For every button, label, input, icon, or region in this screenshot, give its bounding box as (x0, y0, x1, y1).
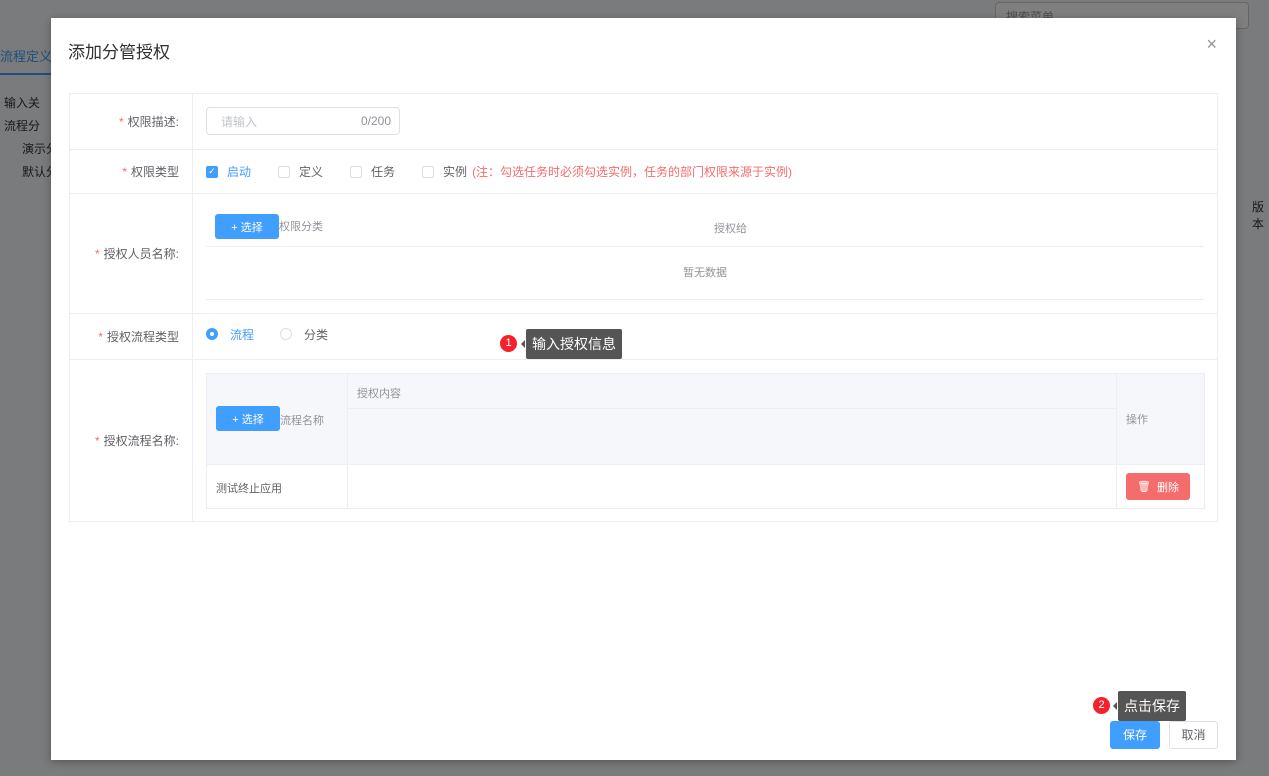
column-header: 流程名称 (280, 415, 324, 427)
step-badge: 2 (1093, 697, 1110, 714)
checkbox-instance[interactable]: 实例 (422, 163, 467, 180)
field-label: * 授权人员名称: (70, 194, 193, 313)
step-badge: 1 (500, 335, 517, 352)
table-row: 测试终止应用 🗑 删除 (207, 465, 1204, 508)
checkbox-task[interactable]: 任务 (350, 163, 395, 180)
column-header: 授权内容 (348, 374, 1116, 409)
flow-content (348, 465, 1117, 508)
column-header: 授权给 (714, 223, 747, 235)
select-flows-button[interactable]: + 选择 (216, 406, 280, 431)
checkbox-start[interactable]: ✓ 启动 (206, 163, 251, 180)
permission-description-input[interactable]: 请输入 0/200 (206, 107, 400, 135)
add-authorization-dialog: 添加分管授权 × * 权限描述: 请输入 0/200 * 权限类型 ✓ 启动 定义 任务… (51, 18, 1236, 760)
cancel-button[interactable]: 取消 (1169, 721, 1218, 749)
field-label: * 授权流程类型 (70, 314, 193, 359)
close-icon[interactable]: × (1206, 34, 1217, 55)
permission-note: (注：勾选任务时必须勾选实例，任务的部门权限来源于实例) (472, 165, 793, 179)
field-label: * 权限描述: (70, 94, 193, 149)
radio-category[interactable]: 分类 (280, 326, 328, 343)
trash-icon: 🗑 (1137, 481, 1151, 493)
authorization-form: * 权限描述: 请输入 0/200 * 权限类型 ✓ 启动 定义 任务 实例 (注：勾选… (69, 93, 1218, 522)
select-persons-button[interactable]: + 选择 (215, 214, 279, 239)
empty-state: 暂无数据 (206, 247, 1204, 300)
char-count: 0/200 (360, 114, 391, 128)
flow-name: 测试终止应用 (207, 465, 348, 508)
guide-tooltip: 点击保存 (1113, 691, 1186, 721)
field-label: * 授权流程名称: (70, 360, 193, 521)
field-label: * 权限类型 (70, 150, 193, 193)
flows-table: + 选择 流程名称 授权内容 操作 测试终止应用 🗑 删除 (206, 373, 1205, 509)
delete-button[interactable]: 🗑 删除 (1126, 473, 1190, 500)
dialog-title: 添加分管授权 (68, 43, 170, 62)
save-button[interactable]: 保存 (1110, 721, 1160, 749)
persons-table: 权限分类 授权给 暂无数据 + 选择 (206, 194, 1204, 313)
column-header: 操作 (1126, 414, 1148, 426)
column-header: 权限分类 (279, 221, 323, 233)
radio-process[interactable]: 流程 (206, 326, 254, 343)
guide-tooltip: 输入授权信息 (521, 329, 622, 359)
checkbox-define[interactable]: 定义 (278, 163, 323, 180)
